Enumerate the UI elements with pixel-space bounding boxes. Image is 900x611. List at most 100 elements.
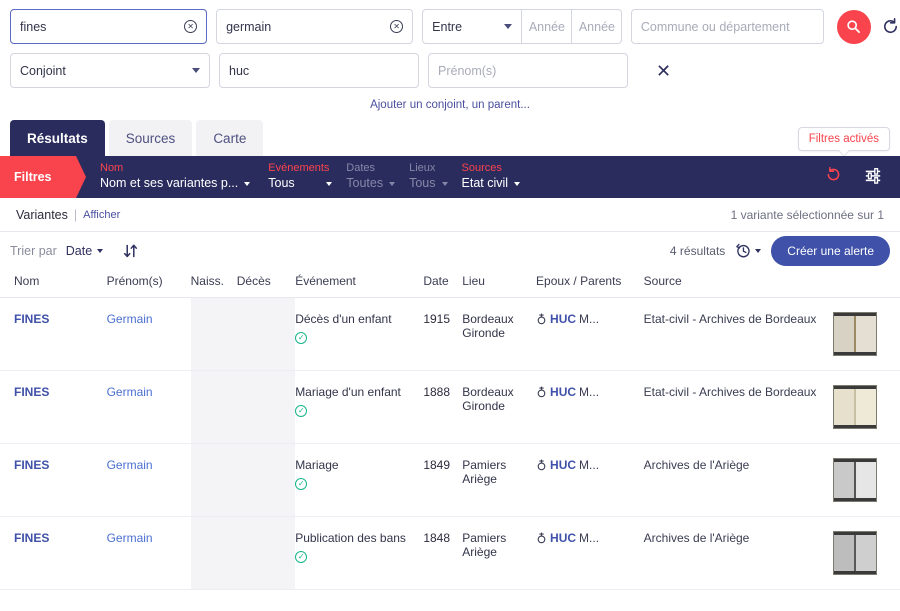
relation-surname-input[interactable]: huc bbox=[219, 53, 419, 88]
result-thumbnail[interactable] bbox=[833, 312, 877, 356]
filter-nom[interactable]: Nom Nom et ses variantes p... bbox=[100, 162, 250, 191]
variantes-show-link[interactable]: Afficher bbox=[83, 209, 120, 221]
column-header-prenom[interactable]: Prénom(s) bbox=[107, 270, 191, 298]
result-thumbnail[interactable] bbox=[833, 458, 877, 502]
tab-resultats[interactable]: Résultats bbox=[10, 120, 105, 156]
refresh-filters-button[interactable] bbox=[825, 166, 842, 188]
sort-direction-button[interactable] bbox=[123, 243, 138, 259]
surname-input[interactable]: fines ✕ bbox=[10, 9, 207, 44]
result-evenement: Publication des bans bbox=[295, 531, 406, 545]
clear-surname-icon[interactable]: ✕ bbox=[184, 20, 197, 33]
reset-search-button[interactable] bbox=[881, 17, 900, 36]
filters-tag[interactable]: Filtres bbox=[0, 156, 86, 198]
relation-firstname-input[interactable]: Prénom(s) bbox=[428, 53, 628, 88]
table-row[interactable]: FINES Germain Publication des bans ✓ 184… bbox=[0, 517, 900, 590]
result-epoux[interactable]: HUC M... bbox=[536, 458, 644, 472]
result-source: Archives de l'Ariège bbox=[644, 458, 750, 472]
search-results-page: fines ✕ germain ✕ Entre Année Année Comm… bbox=[0, 0, 900, 611]
tab-sources[interactable]: Sources bbox=[109, 120, 193, 156]
filter-bar: Filtres Nom Nom et ses variantes p... Ev… bbox=[0, 156, 900, 198]
place-placeholder: Commune ou département bbox=[641, 20, 814, 34]
filters-tag-label: Filtres bbox=[14, 170, 52, 184]
remove-relation-button[interactable]: ✕ bbox=[656, 62, 671, 80]
marriage-ring-icon bbox=[536, 313, 547, 325]
tab-sources-label: Sources bbox=[126, 131, 176, 146]
chevron-down-icon bbox=[514, 182, 520, 186]
chevron-down-icon bbox=[97, 249, 103, 253]
search-history-button[interactable] bbox=[735, 243, 761, 259]
tab-resultats-label: Résultats bbox=[27, 131, 88, 146]
marriage-ring-icon bbox=[536, 532, 547, 544]
sort-bar-actions: 4 résultats Créer une alerte bbox=[670, 236, 890, 266]
column-header-epoux[interactable]: Epoux / Parents bbox=[536, 270, 644, 298]
column-header-source[interactable]: Source bbox=[644, 270, 834, 298]
check-circle-icon: ✓ bbox=[295, 332, 307, 344]
table-row[interactable]: FINES Germain Mariage d'un enfant ✓ 1888… bbox=[0, 371, 900, 444]
place-input[interactable]: Commune ou département bbox=[631, 9, 824, 44]
filter-settings-button[interactable] bbox=[864, 166, 882, 189]
chevron-down-icon bbox=[755, 249, 761, 253]
firstname-value: germain bbox=[226, 20, 390, 34]
relation-firstname-placeholder: Prénom(s) bbox=[438, 64, 618, 78]
year-end-input[interactable]: Année bbox=[572, 9, 622, 44]
tab-carte-label: Carte bbox=[213, 131, 246, 146]
search-button[interactable] bbox=[837, 10, 871, 44]
filter-dates[interactable]: Dates Toutes bbox=[346, 162, 395, 191]
result-nom[interactable]: FINES bbox=[14, 458, 49, 472]
clear-firstname-icon[interactable]: ✕ bbox=[390, 20, 403, 33]
column-header-lieu[interactable]: Lieu bbox=[462, 270, 536, 298]
filter-lieux[interactable]: Lieux Tous bbox=[409, 162, 447, 191]
result-epoux[interactable]: HUC M... bbox=[536, 312, 644, 326]
column-header-thumbnail bbox=[833, 270, 900, 298]
filter-dates-label: Dates bbox=[346, 162, 395, 176]
column-header-naissance[interactable]: Naiss. bbox=[191, 270, 237, 298]
result-epoux-prenom: M... bbox=[579, 312, 599, 326]
result-thumbnail[interactable] bbox=[833, 531, 877, 575]
result-naissance bbox=[191, 444, 237, 517]
firstname-input[interactable]: germain ✕ bbox=[216, 9, 413, 44]
result-nom[interactable]: FINES bbox=[14, 312, 49, 326]
table-row[interactable]: FINES Germain Décès d'un enfant ✓ 1915 B… bbox=[0, 298, 900, 371]
year-start-input[interactable]: Année bbox=[522, 9, 572, 44]
column-header-deces[interactable]: Décès bbox=[237, 270, 295, 298]
result-prenom[interactable]: Germain bbox=[107, 312, 153, 326]
result-nom[interactable]: FINES bbox=[14, 531, 49, 545]
filter-lieux-label: Lieux bbox=[409, 162, 447, 176]
variantes-separator: | bbox=[74, 208, 77, 222]
result-prenom[interactable]: Germain bbox=[107, 458, 153, 472]
tab-bar: Résultats Sources Carte Filtres activés bbox=[0, 120, 900, 156]
result-epoux[interactable]: HUC M... bbox=[536, 531, 644, 545]
result-epoux[interactable]: HUC M... bbox=[536, 385, 644, 399]
filter-sources-label: Sources bbox=[462, 162, 521, 176]
column-header-evenement[interactable]: Événement bbox=[295, 270, 423, 298]
filter-sources[interactable]: Sources Etat civil bbox=[462, 162, 521, 191]
filter-evenements[interactable]: Evénements Tous bbox=[268, 162, 332, 191]
search-row-relation: Conjoint huc Prénom(s) ✕ bbox=[0, 44, 900, 88]
column-header-date[interactable]: Date bbox=[423, 270, 462, 298]
result-prenom[interactable]: Germain bbox=[107, 385, 153, 399]
result-deces bbox=[237, 298, 295, 371]
table-row[interactable]: FINES Germain Mariage ✓ 1849 Pamiers Ari… bbox=[0, 444, 900, 517]
search-row-primary: fines ✕ germain ✕ Entre Année Année Comm… bbox=[0, 9, 900, 44]
date-mode-select[interactable]: Entre bbox=[422, 9, 522, 44]
add-relation-link[interactable]: Ajouter un conjoint, un parent... bbox=[0, 99, 900, 111]
relation-type-select[interactable]: Conjoint bbox=[10, 53, 210, 88]
variantes-label: Variantes bbox=[16, 208, 68, 222]
relation-surname-value: huc bbox=[229, 64, 409, 78]
result-prenom[interactable]: Germain bbox=[107, 531, 153, 545]
tab-carte[interactable]: Carte bbox=[196, 120, 263, 156]
column-header-nom[interactable]: Nom bbox=[0, 270, 107, 298]
chevron-down-icon bbox=[389, 182, 395, 186]
sort-select[interactable]: Date bbox=[66, 244, 103, 258]
create-alert-button[interactable]: Créer une alerte bbox=[771, 236, 890, 266]
result-evenement: Mariage d'un enfant bbox=[295, 385, 401, 399]
result-date: 1848 bbox=[423, 517, 462, 590]
marriage-ring-icon bbox=[536, 386, 547, 398]
result-lieu-departement: Ariège bbox=[462, 472, 536, 486]
chevron-down-icon bbox=[442, 182, 448, 186]
result-thumbnail[interactable] bbox=[833, 385, 877, 429]
result-date: 1915 bbox=[423, 298, 462, 371]
result-nom[interactable]: FINES bbox=[14, 385, 49, 399]
result-epoux-nom: HUC bbox=[550, 385, 576, 399]
filter-lieux-value: Tous bbox=[409, 176, 435, 192]
